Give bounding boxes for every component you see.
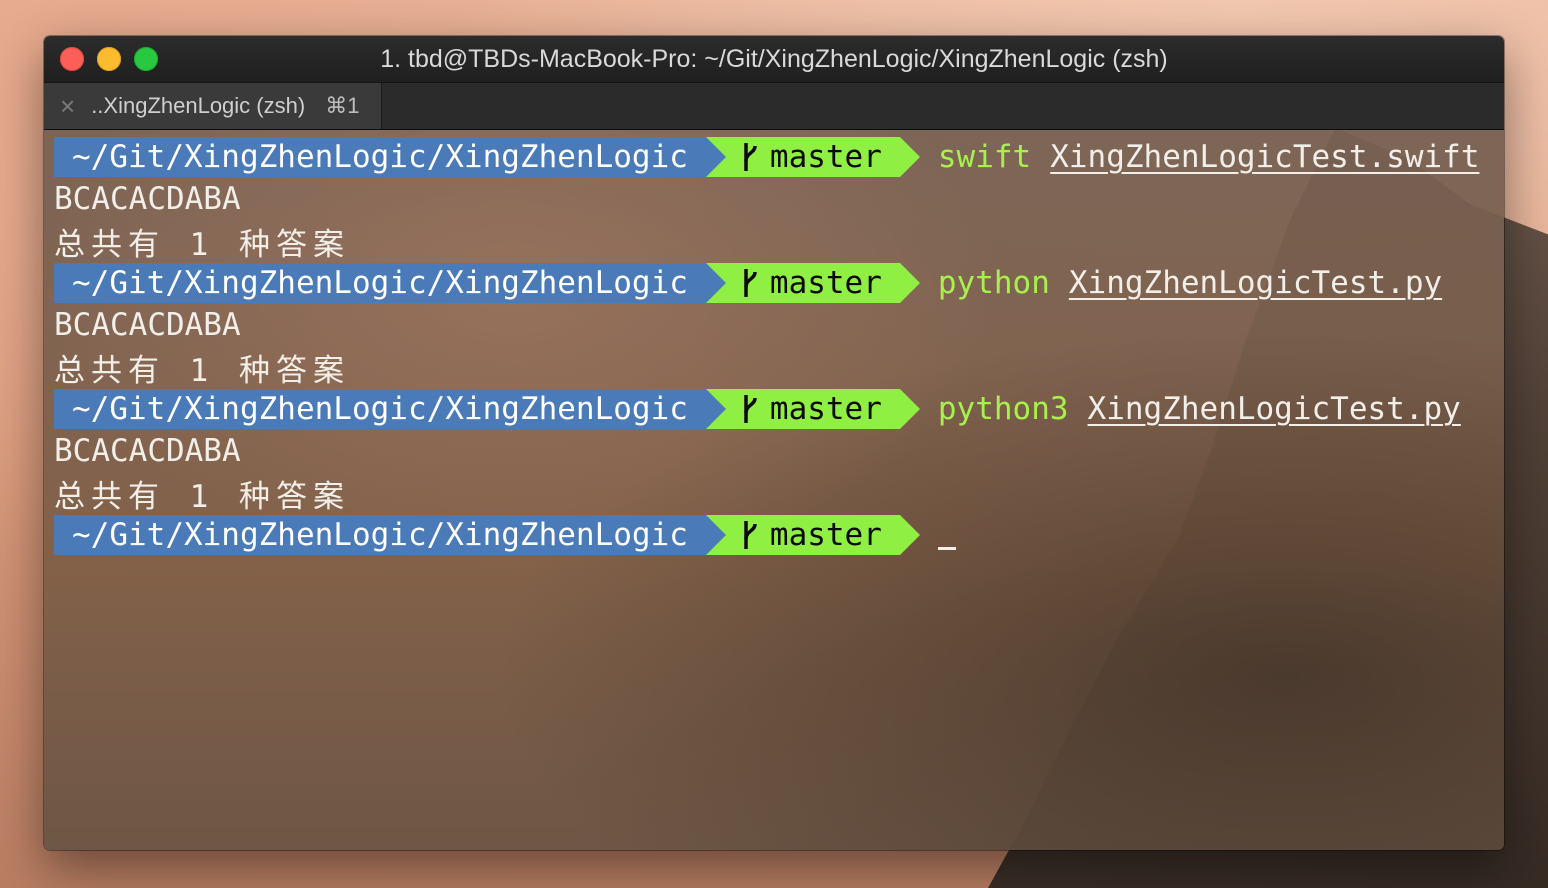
git-branch-icon	[744, 143, 757, 171]
prompt-git-segment: master	[725, 137, 900, 177]
branch-name: master	[769, 139, 882, 175]
powerline-separator-icon	[705, 515, 726, 555]
git-branch-icon	[744, 269, 757, 297]
git-branch-icon	[744, 395, 757, 423]
tab-label: ..XingZhenLogic (zsh)	[91, 93, 306, 118]
command-argument: XingZhenLogicTest.py	[1068, 265, 1443, 301]
command-argument: XingZhenLogicTest.swift	[1050, 139, 1480, 175]
branch-name: master	[769, 265, 882, 301]
command-name: python	[937, 265, 1050, 301]
prompt-path-segment: ~/Git/XingZhenLogic/XingZhenLogic	[54, 389, 706, 429]
tab-shortcut: ⌘1	[325, 93, 360, 118]
prompt-path-segment: ~/Git/XingZhenLogic/XingZhenLogic	[54, 515, 706, 555]
output-line: BCACACDABA	[54, 307, 241, 343]
window-controls	[60, 47, 158, 71]
prompt-git-segment: master	[725, 389, 900, 429]
prompt-git-segment: master	[725, 515, 900, 555]
close-window-button[interactable]	[60, 47, 84, 71]
powerline-separator-icon	[899, 263, 920, 303]
command-name: python3	[937, 391, 1069, 427]
powerline-separator-icon	[899, 137, 920, 177]
powerline-separator-icon	[899, 389, 920, 429]
powerline-separator-icon	[705, 389, 726, 429]
text-cursor[interactable]	[937, 546, 956, 550]
prompt-path-segment: ~/Git/XingZhenLogic/XingZhenLogic	[54, 137, 706, 177]
zoom-window-button[interactable]	[134, 47, 158, 71]
output-line: BCACACDABA	[54, 181, 241, 217]
powerline-separator-icon	[899, 515, 920, 555]
output-line: BCACACDABA	[54, 433, 241, 469]
powerline-separator-icon	[705, 263, 726, 303]
window-title: 1. tbd@TBDs-MacBook-Pro: ~/Git/XingZhenL…	[380, 44, 1168, 73]
close-icon[interactable]: ×	[60, 93, 75, 119]
prompt-path-segment: ~/Git/XingZhenLogic/XingZhenLogic	[54, 263, 706, 303]
branch-name: master	[769, 391, 882, 427]
branch-name: master	[769, 517, 882, 553]
terminal-content[interactable]: ~/Git/XingZhenLogic/XingZhenLogic master…	[44, 130, 1504, 850]
output-line: 总共有 1 种答案	[54, 352, 350, 389]
prompt-line: ~/Git/XingZhenLogic/XingZhenLogic master…	[54, 136, 1504, 178]
title-bar[interactable]: 1. tbd@TBDs-MacBook-Pro: ~/Git/XingZhenL…	[44, 36, 1504, 82]
command-argument: XingZhenLogicTest.py	[1087, 391, 1461, 427]
output-line: 总共有 1 种答案	[54, 226, 350, 263]
prompt-line: ~/Git/XingZhenLogic/XingZhenLogic master…	[54, 388, 1504, 430]
command-name: swift	[937, 139, 1032, 175]
tab-zsh[interactable]: × ..XingZhenLogic (zsh) ⌘1	[44, 83, 383, 129]
terminal-window: 1. tbd@TBDs-MacBook-Pro: ~/Git/XingZhenL…	[44, 36, 1504, 850]
git-branch-icon	[744, 521, 757, 549]
prompt-line: ~/Git/XingZhenLogic/XingZhenLogic master…	[54, 262, 1504, 304]
minimize-window-button[interactable]	[97, 47, 121, 71]
prompt-git-segment: master	[725, 263, 900, 303]
tab-bar: × ..XingZhenLogic (zsh) ⌘1	[44, 82, 1504, 130]
powerline-separator-icon	[705, 137, 726, 177]
output-line: 总共有 1 种答案	[54, 478, 350, 515]
prompt-line-current: ~/Git/XingZhenLogic/XingZhenLogic master	[54, 514, 1504, 556]
